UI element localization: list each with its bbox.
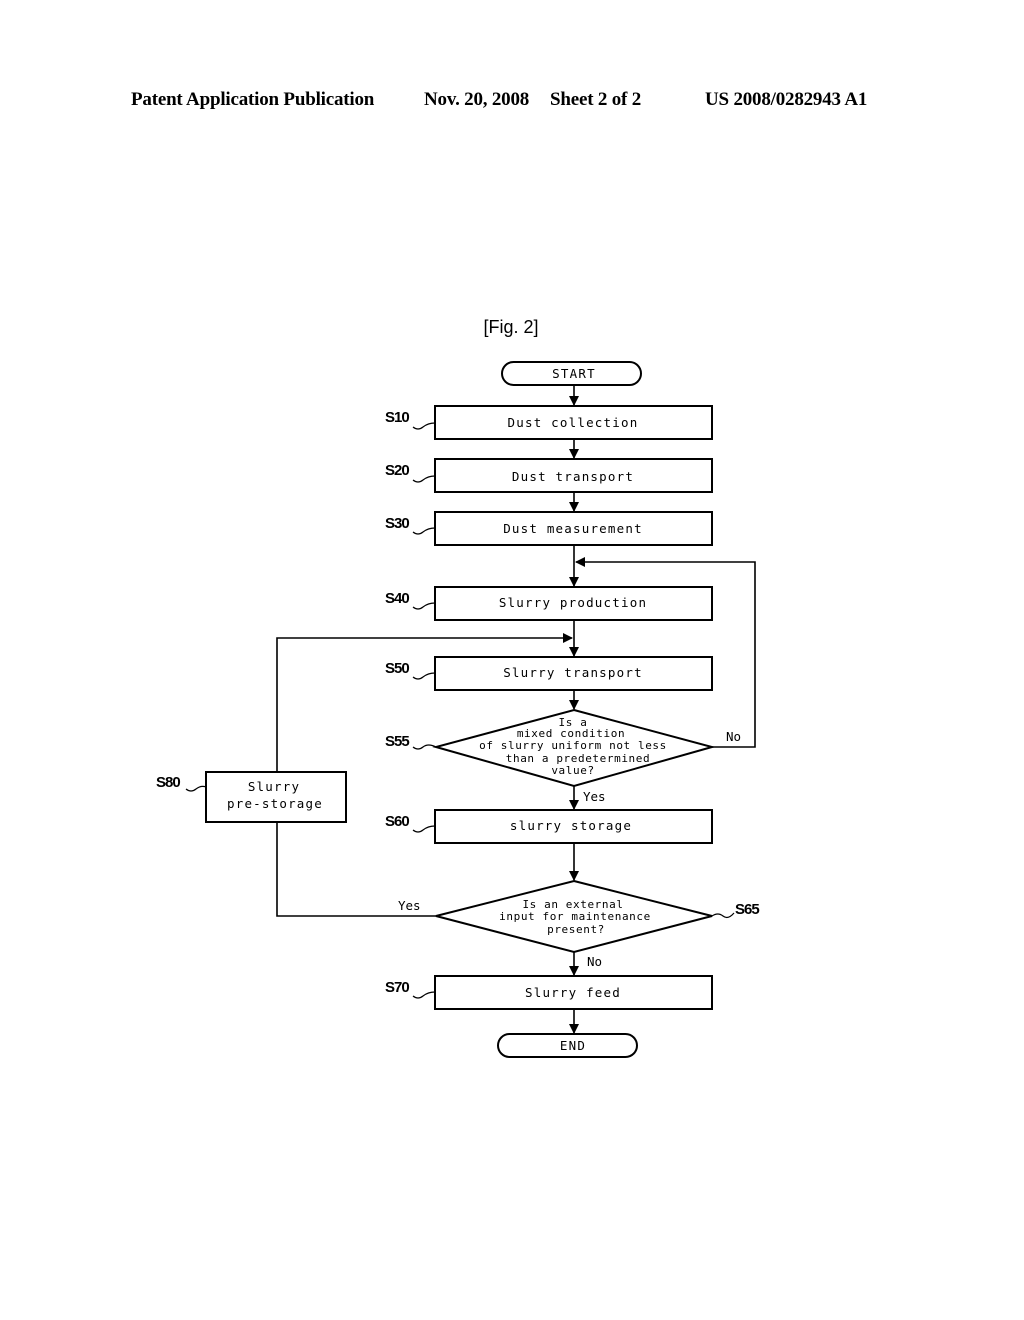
step-s70: Slurry feed S70 xyxy=(385,975,713,1010)
step-s10-label: S10 xyxy=(385,409,409,426)
step-s30-label: S30 xyxy=(385,515,409,532)
step-s40-label: S40 xyxy=(385,590,409,607)
step-s20-text: Dust transport xyxy=(512,469,634,484)
step-s80: Slurry pre-storage S80 xyxy=(156,771,347,823)
step-s50-label: S50 xyxy=(385,660,409,677)
step-s50: Slurry transport S50 xyxy=(385,656,713,691)
decision-s65-no-label: No xyxy=(587,954,602,969)
step-s70-text: Slurry feed xyxy=(525,985,621,1000)
step-s70-label: S70 xyxy=(385,979,409,996)
step-s80-label: S80 xyxy=(156,774,180,791)
step-s40-text: Slurry production xyxy=(499,595,647,610)
decision-s55-yes-label: Yes xyxy=(583,789,606,804)
end-label: END xyxy=(560,1038,586,1053)
step-s10: Dust collection S10 xyxy=(385,405,713,440)
step-s50-text: Slurry transport xyxy=(503,665,643,680)
decision-s55-line-3: of slurry uniform not less xyxy=(479,739,667,752)
decision-s65-line-3: present? xyxy=(547,923,605,936)
decision-s65-line-2: input for maintenance xyxy=(499,910,651,923)
decision-s65-yes-label: Yes xyxy=(398,898,421,913)
step-s80-line-1: Slurry xyxy=(248,779,300,794)
end-terminal: END xyxy=(497,1033,638,1058)
step-s60-label: S60 xyxy=(385,813,409,830)
decision-s65: Is an external input for maintenance pre… xyxy=(398,879,760,969)
step-s30-text: Dust measurement xyxy=(503,521,643,536)
step-s10-text: Dust collection xyxy=(508,415,639,430)
start-terminal: START xyxy=(501,361,642,386)
step-s80-line-2: pre-storage xyxy=(227,796,323,811)
step-s30: Dust measurement S30 xyxy=(385,511,713,546)
decision-s55-line-5: value? xyxy=(551,764,594,777)
step-s20: Dust transport S20 xyxy=(385,458,713,493)
step-s60-text: slurry storage xyxy=(510,818,632,833)
start-label: START xyxy=(552,366,596,381)
decision-s55: Is a mixed condition of slurry uniform n… xyxy=(385,708,741,804)
step-s20-label: S20 xyxy=(385,462,409,479)
figure-title: [Fig. 2] xyxy=(483,317,538,337)
step-s60: slurry storage S60 xyxy=(385,809,713,844)
step-s40: Slurry production S40 xyxy=(385,586,713,621)
decision-s65-label: S65 xyxy=(735,901,759,918)
flowchart: [Fig. 2] START Dust collection S10 Dust … xyxy=(156,317,760,1058)
decision-s55-label: S55 xyxy=(385,733,409,750)
decision-s55-no-label: No xyxy=(726,729,741,744)
